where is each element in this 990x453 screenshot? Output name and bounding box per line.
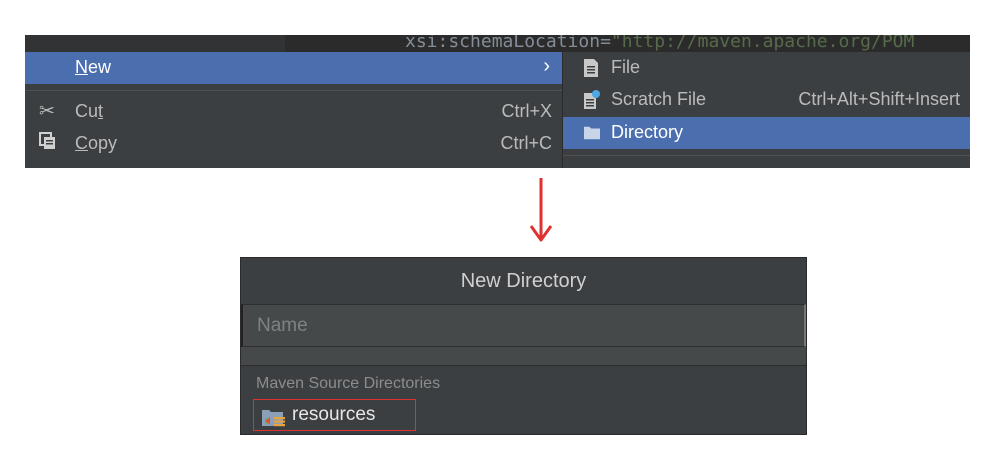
menu-item-label: Copy (75, 133, 118, 153)
menu-item-label: New (75, 57, 112, 77)
section-header: Maven Source Directories (256, 375, 441, 392)
submenu-item-file[interactable]: File (563, 52, 970, 84)
editor-gutter (25, 35, 285, 52)
menu-item-shortcut: Ctrl+C (500, 133, 552, 153)
folder-icon (584, 126, 600, 140)
chevron-right-icon: › (543, 55, 550, 77)
submenu-item-label: Directory (611, 122, 684, 142)
dialog-title: New Directory (241, 258, 806, 304)
menu-separator (25, 90, 562, 91)
scissors-icon: ✂ (39, 101, 55, 122)
menu-item-shortcut: Ctrl+X (501, 101, 552, 121)
down-arrow-icon (529, 178, 553, 242)
submenu-item-label: File (611, 57, 641, 77)
submenu-item-directory[interactable]: Directory (563, 117, 970, 149)
file-icon (584, 59, 598, 77)
menu-item-copy[interactable]: Copy Ctrl+C (25, 128, 562, 160)
new-directory-dialog: New Directory Maven Source Directories r… (240, 257, 807, 435)
resources-folder-icon (262, 410, 285, 427)
editor-code-line: xsi:schemaLocation="http://maven.apache.… (405, 35, 915, 52)
menu-item-cut[interactable]: ✂ Cut Ctrl+X (25, 96, 562, 128)
submenu-item-label: Scratch File (611, 89, 707, 109)
new-submenu: File Scratch File Ctrl+Alt+Shift+Insert … (563, 52, 970, 168)
submenu-item-shortcut: Ctrl+Alt+Shift+Insert (798, 89, 960, 109)
directory-name-input[interactable] (241, 304, 806, 347)
menu-item-label: Cut (75, 101, 104, 121)
submenu-item-scratch-file[interactable]: Scratch File Ctrl+Alt+Shift+Insert (563, 84, 970, 116)
suggestion-resources[interactable]: resources (253, 399, 416, 431)
scratch-file-icon (584, 90, 600, 109)
suggestion-label: resources (292, 404, 376, 425)
copy-icon (39, 132, 57, 156)
dialog-divider (241, 347, 806, 366)
context-menu-screenshot: xsi:schemaLocation="http://maven.apache.… (25, 35, 970, 168)
context-menu: New › ✂ Cut Ctrl+X Copy Ctrl+C (25, 52, 563, 168)
menu-item-new[interactable]: New › (25, 52, 562, 84)
editor-background: xsi:schemaLocation="http://maven.apache.… (25, 35, 970, 52)
submenu-separator (563, 155, 970, 156)
